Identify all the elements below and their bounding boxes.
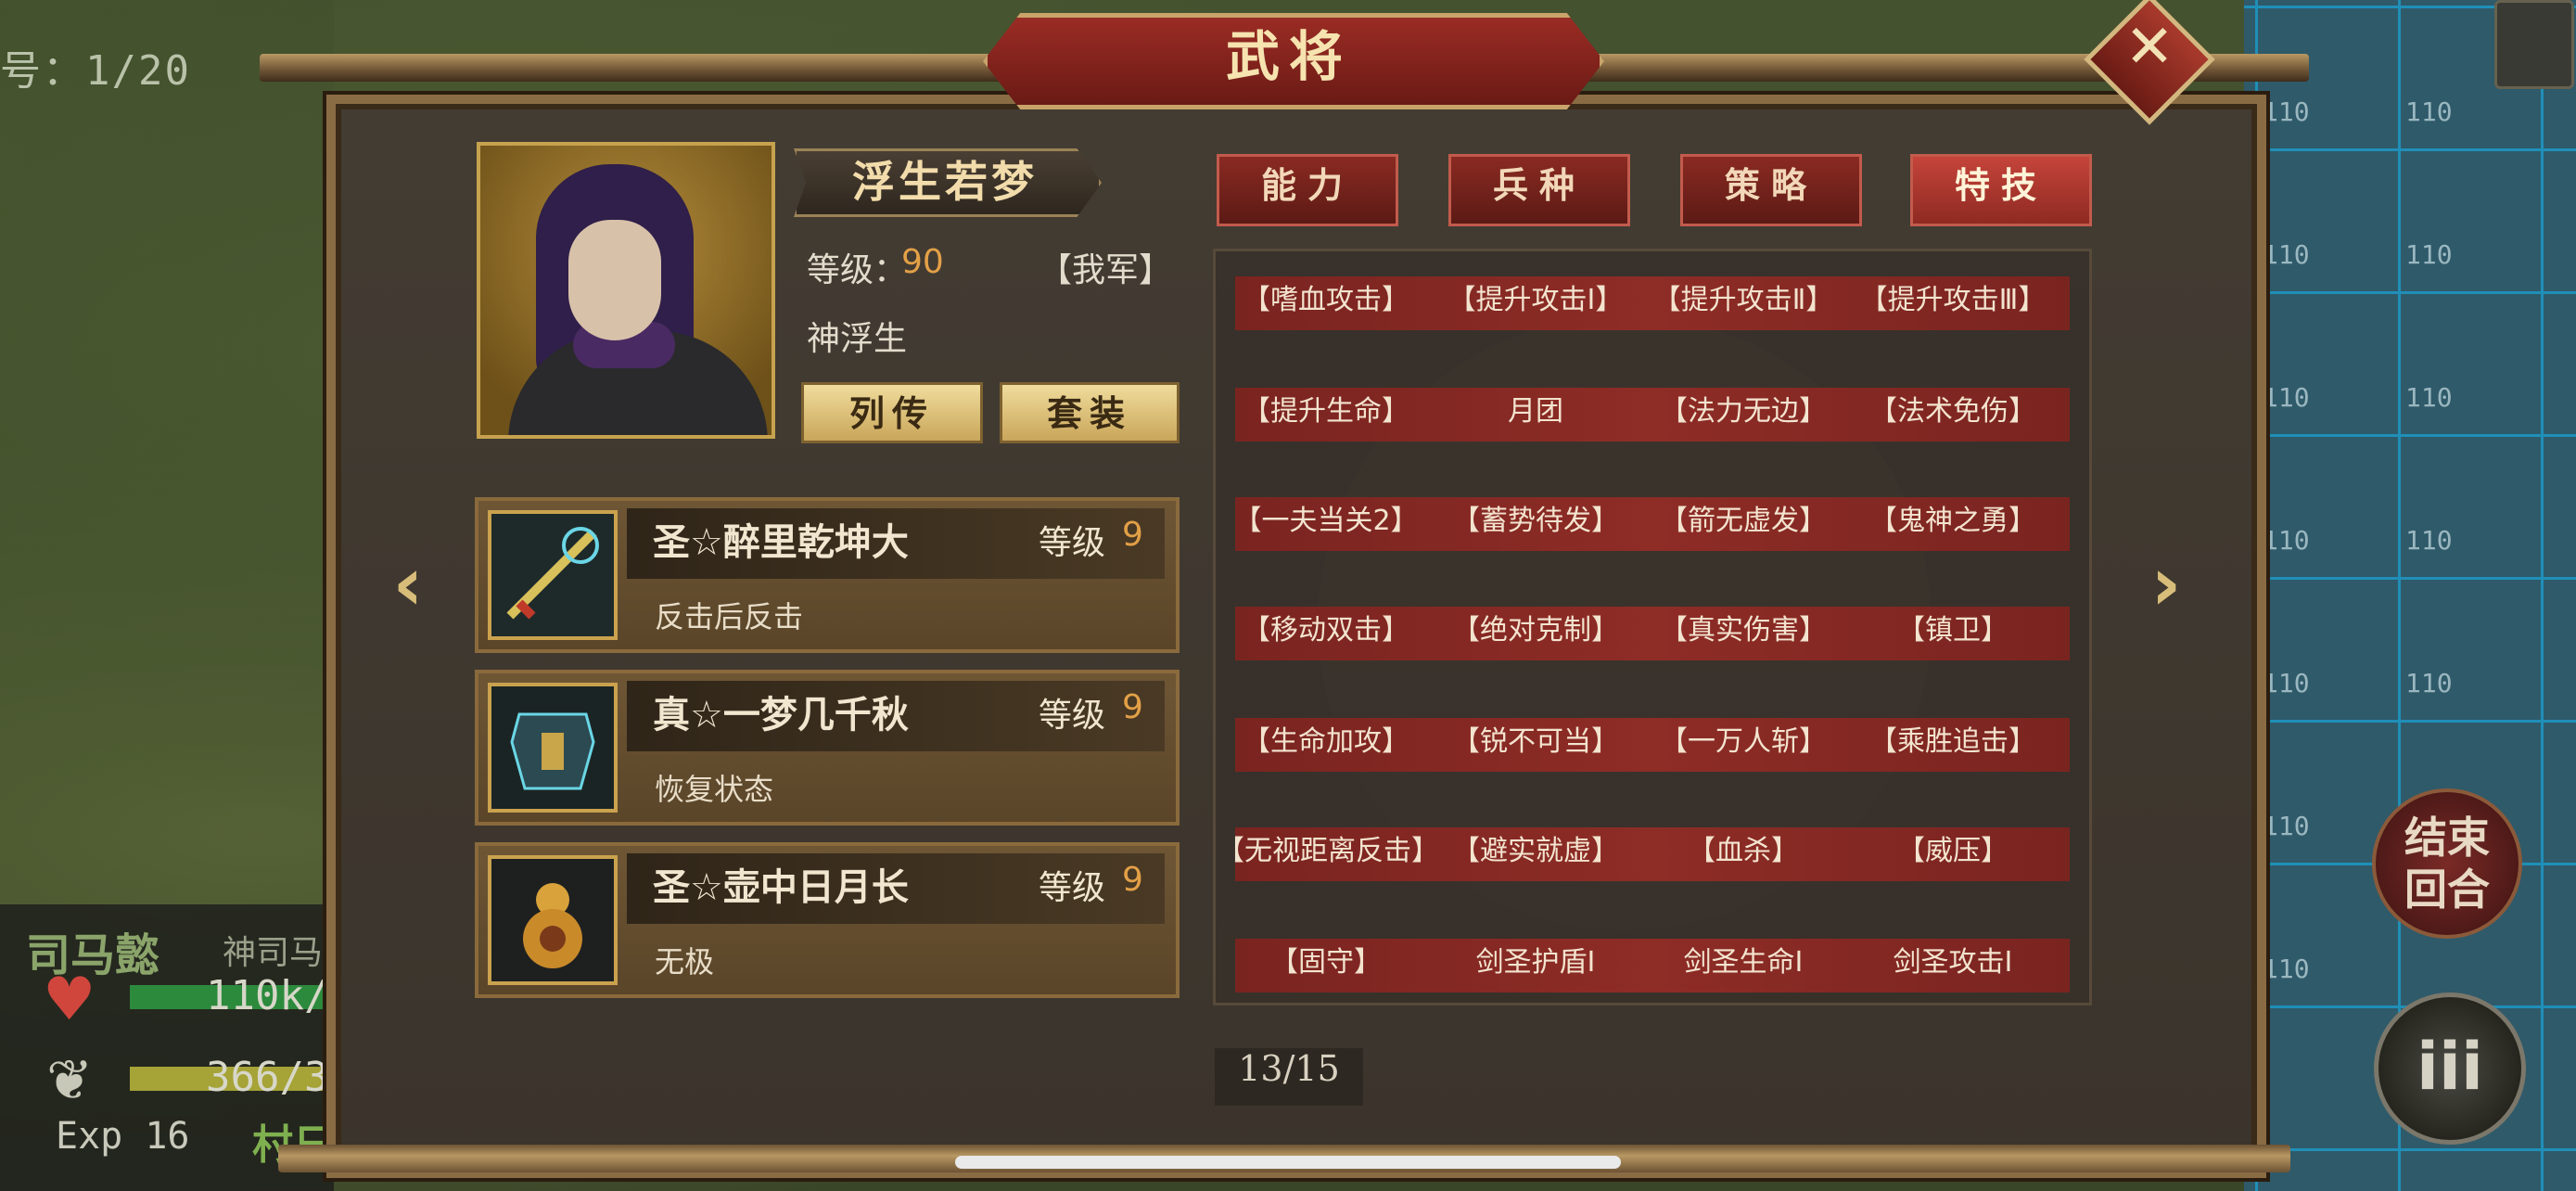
skill-item[interactable]: 【提升生命】 — [1217, 388, 1435, 442]
tab-skills[interactable]: 特技 — [1910, 154, 2092, 226]
sword-icon — [488, 510, 618, 640]
skill-item[interactable]: 【一夫当关2】 — [1217, 497, 1435, 551]
next-hero-arrow-icon[interactable]: › — [2129, 547, 2203, 621]
item-name: 圣☆醉里乾坤大 — [653, 521, 909, 564]
equipment-item[interactable]: 圣☆壶中日月长 等级 9 无极 — [475, 842, 1180, 998]
turn-counter: 号：1/20 — [0, 47, 191, 95]
item-level-label: 等级 — [1039, 697, 1106, 735]
skill-item[interactable]: 【生命加攻】 — [1217, 718, 1435, 772]
skill-item[interactable]: 【嗜血攻击】 — [1217, 276, 1435, 330]
grid-value: 110 — [2263, 96, 2310, 127]
grid-value: 110 — [2405, 96, 2453, 127]
skill-item[interactable]: 【锐不可当】 — [1426, 718, 1645, 772]
end-turn-label-2: 回合 — [2404, 864, 2490, 915]
grid-value: 110 — [2263, 525, 2310, 556]
page-indicator: 13/15 — [1215, 1048, 1363, 1106]
item-level: 9 — [1122, 516, 1143, 554]
unit-mp: 366/3 — [206, 1054, 329, 1101]
skill-item[interactable]: 剑圣攻击Ⅰ — [1843, 939, 2062, 992]
skill-item[interactable]: 剑圣护盾Ⅰ — [1426, 939, 1645, 992]
end-turn-button[interactable]: 结束 回合 — [2372, 788, 2522, 939]
equipment-item[interactable]: 圣☆醉里乾坤大 等级 9 反击后反击 — [475, 497, 1180, 653]
skill-item[interactable]: 【固守】 — [1217, 939, 1435, 992]
grid-value: 110 — [2405, 239, 2453, 270]
skill-item[interactable]: 【真实伤害】 — [1634, 607, 1853, 660]
tab-ability[interactable]: 能力 — [1217, 154, 1398, 226]
grid-value: 110 — [2263, 668, 2310, 698]
skill-item[interactable]: 【鬼神之勇】 — [1843, 497, 2062, 551]
skill-item[interactable]: 【绝对克制】 — [1426, 607, 1645, 660]
skill-item[interactable]: 【无视距离反击】 — [1217, 827, 1439, 881]
skill-item[interactable]: 【镇卫】 — [1843, 607, 2062, 660]
item-desc: 恢复状态 — [655, 772, 774, 807]
skill-item[interactable]: 【法术免伤】 — [1843, 388, 2062, 442]
menu-button[interactable]: iii — [2374, 992, 2526, 1145]
item-level: 9 — [1122, 688, 1143, 726]
skill-item[interactable]: 剑圣生命Ⅰ — [1634, 939, 1853, 992]
grid-value: 110 — [2263, 811, 2310, 841]
unit-hp: 110k/ — [206, 972, 329, 1019]
skill-item[interactable]: 【提升攻击Ⅲ】 — [1843, 276, 2062, 330]
item-desc: 无极 — [655, 944, 715, 980]
skill-item[interactable]: 【提升攻击Ⅱ】 — [1634, 276, 1853, 330]
skill-item[interactable]: 月团 — [1426, 388, 1645, 442]
biography-button[interactable]: 列传 — [801, 382, 983, 443]
home-indicator — [955, 1156, 1621, 1169]
skill-item[interactable]: 【法力无边】 — [1634, 388, 1853, 442]
skill-item[interactable]: 【一万人斩】 — [1634, 718, 1853, 772]
heart-icon: ♥ — [43, 966, 96, 1034]
grid-value: 110 — [2263, 239, 2310, 270]
prev-hero-arrow-icon[interactable]: ‹ — [371, 547, 445, 621]
skill-item[interactable]: 【箭无虚发】 — [1634, 497, 1853, 551]
hero-title: 神浮生 — [807, 320, 908, 358]
unit-title: 神司马 — [223, 934, 324, 972]
dialog-title: 武将 — [1225, 25, 1352, 88]
item-level-label: 等级 — [1039, 869, 1106, 907]
skill-item[interactable]: 【蓄势待发】 — [1426, 497, 1645, 551]
grid-value: 110 — [2405, 382, 2453, 413]
armor-icon — [488, 683, 618, 813]
grid-value: 110 — [2263, 382, 2310, 413]
level-label: 等级： — [807, 251, 908, 289]
minimap-icon[interactable] — [2494, 0, 2574, 89]
tab-troops[interactable]: 兵种 — [1448, 154, 1630, 226]
skill-item[interactable]: 【移动双击】 — [1217, 607, 1435, 660]
hero-name: 浮生若梦 — [852, 157, 1038, 207]
equipment-set-button[interactable]: 套装 — [1000, 382, 1180, 443]
item-name: 真☆一梦几千秋 — [653, 694, 909, 736]
gourd-icon — [488, 855, 618, 985]
close-icon[interactable]: ✕ — [2103, 13, 2196, 106]
skill-item[interactable]: 【乘胜追击】 — [1843, 718, 2062, 772]
faction-label: 【我军】 — [1039, 251, 1173, 289]
skill-item[interactable]: 【避实就虚】 — [1426, 827, 1645, 881]
item-level-label: 等级 — [1039, 524, 1106, 562]
skill-item[interactable]: 【提升攻击Ⅰ】 — [1426, 276, 1645, 330]
equipment-item[interactable]: 真☆一梦几千秋 等级 9 恢复状态 — [475, 670, 1180, 826]
grid-value: 110 — [2405, 668, 2453, 698]
tab-strategy[interactable]: 策略 — [1680, 154, 1862, 226]
skill-item[interactable]: 【血杀】 — [1634, 827, 1853, 881]
grid-value: 110 — [2263, 954, 2310, 984]
unit-exp: Exp 16 — [56, 1115, 190, 1158]
hero-portrait — [477, 142, 775, 439]
feather-icon: ❦ — [46, 1048, 94, 1113]
item-level: 9 — [1122, 861, 1143, 899]
level-value: 90 — [901, 243, 944, 281]
grid-value: 110 — [2405, 525, 2453, 556]
end-turn-label-1: 结束 — [2404, 813, 2490, 863]
item-desc: 反击后反击 — [655, 599, 804, 634]
item-name: 圣☆壶中日月长 — [653, 866, 909, 909]
skill-item[interactable]: 【威压】 — [1843, 827, 2062, 881]
